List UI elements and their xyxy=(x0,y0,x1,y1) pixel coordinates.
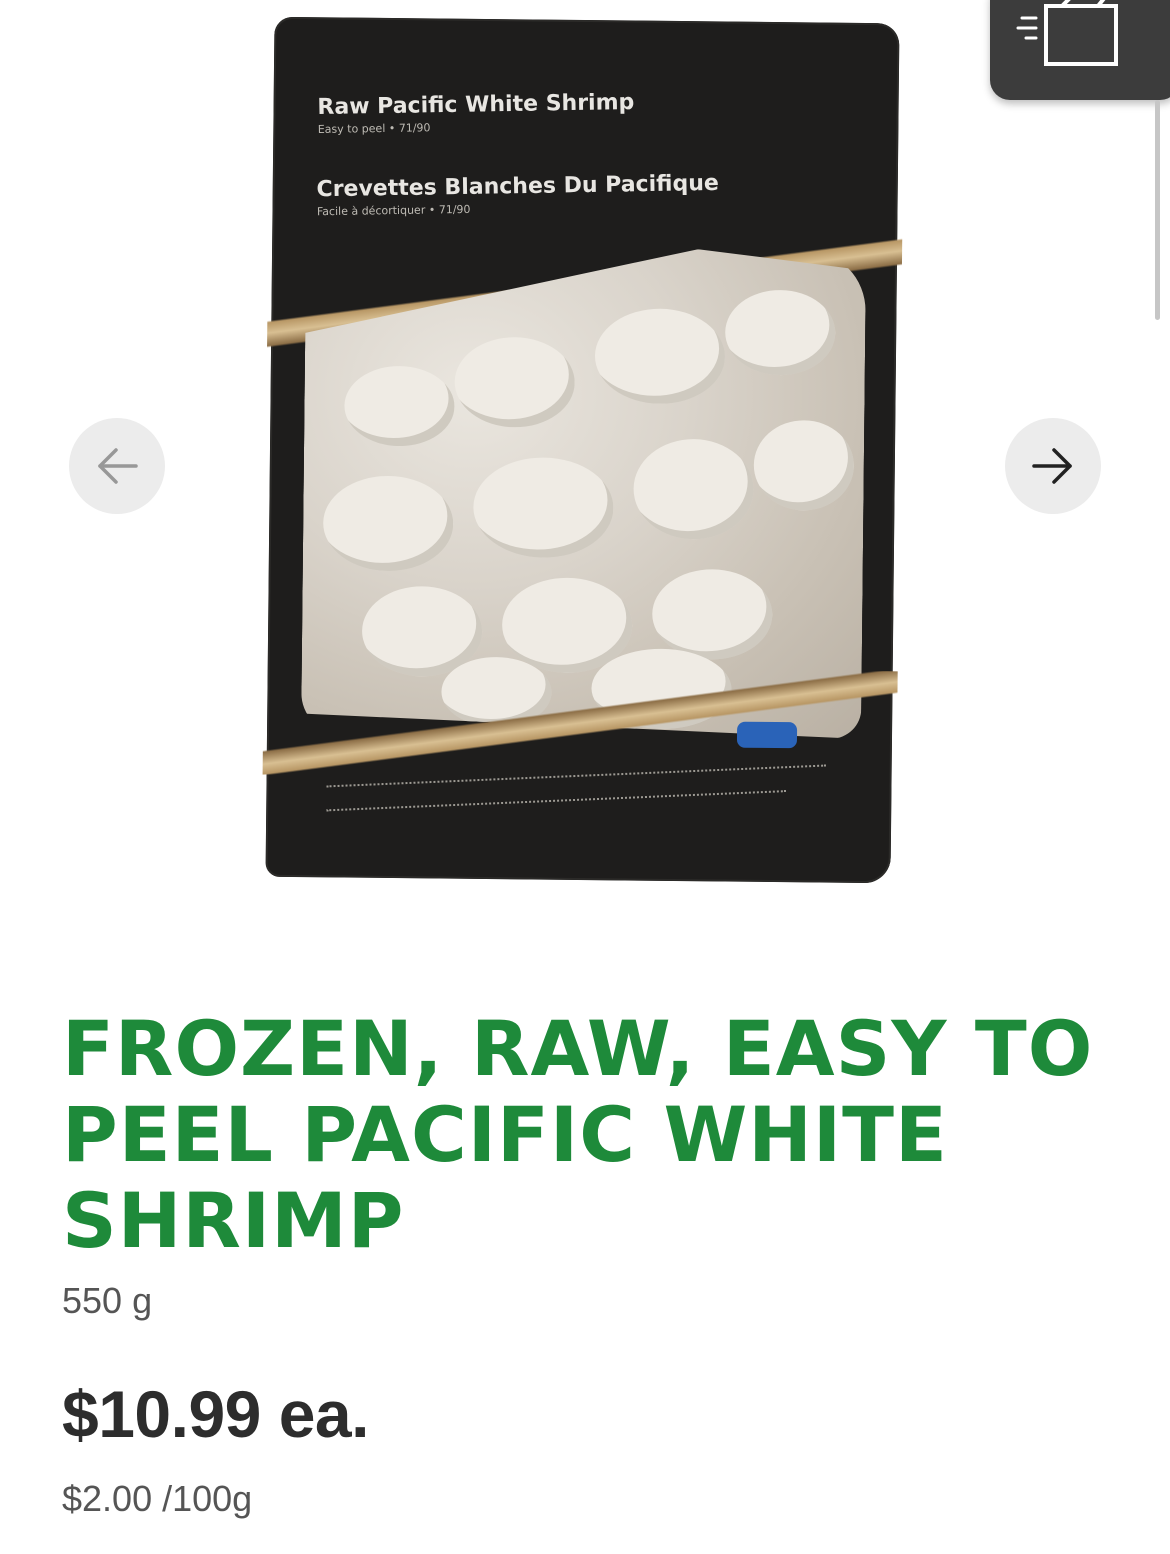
arrow-right-icon xyxy=(1032,448,1072,484)
bag-window-shrimp xyxy=(301,245,866,739)
arrow-left-icon xyxy=(98,448,138,484)
product-title: FROZEN, RAW, EASY TO PEEL PACIFIC WHITE … xyxy=(62,1004,1094,1265)
bag-title-en: Raw Pacific White Shrimp Easy to peel • … xyxy=(317,86,838,138)
bag-title-fr: Crevettes Blanches Du Pacifique Facile à… xyxy=(316,168,857,220)
bag-gold-band-bottom xyxy=(262,664,898,782)
product-image-gallery[interactable]: Raw Pacific White Shrimp Easy to peel • … xyxy=(0,0,1170,920)
bag-net-weight-line xyxy=(326,790,787,822)
next-image-button[interactable] xyxy=(1005,418,1101,514)
bag-title-fr-text: Crevettes Blanches Du Pacifique xyxy=(316,170,719,203)
shrimp-shape xyxy=(323,475,454,571)
floating-cart-button[interactable] xyxy=(990,0,1170,100)
product-size: 550 g xyxy=(62,1280,153,1321)
product-unit-price: $2.00 /100g xyxy=(62,1478,253,1519)
shrimp-shape xyxy=(725,289,836,375)
product-price: $10.99 ea. xyxy=(62,1377,369,1451)
shrimp-shape xyxy=(454,337,575,428)
shrimp-shape xyxy=(652,569,773,660)
shrimp-shape xyxy=(344,366,455,447)
shrimp-shape xyxy=(594,308,725,404)
cart-icon xyxy=(1016,0,1118,66)
shrimp-shape xyxy=(753,420,854,511)
shrimp-shape xyxy=(473,457,614,558)
previous-image-button[interactable] xyxy=(69,418,165,514)
shrimp-shape xyxy=(633,439,754,540)
scrollbar[interactable] xyxy=(1155,100,1160,320)
bap-certification-logo xyxy=(736,721,798,749)
bag-title-en-text: Raw Pacific White Shrimp xyxy=(317,90,635,121)
product-image: Raw Pacific White Shrimp Easy to peel • … xyxy=(262,16,903,884)
